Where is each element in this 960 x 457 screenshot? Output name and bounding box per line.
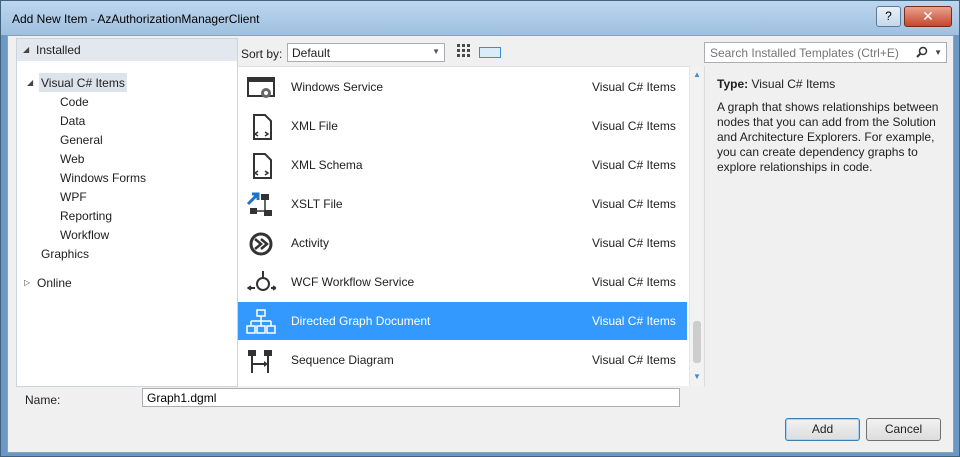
template-details-panel: Type: Visual C# Items A graph that shows… [704, 66, 947, 387]
tree-node-installed[interactable]: ◢ Installed [17, 39, 237, 61]
template-type: Type: Visual C# Items [717, 77, 835, 91]
template-name: XML File [291, 119, 338, 133]
template-name: XML Schema [291, 158, 363, 172]
xml-schema-icon [253, 153, 272, 179]
name-label: Name: [25, 393, 61, 407]
search-input[interactable] [705, 43, 917, 62]
name-field[interactable] [142, 388, 680, 407]
tree-node-visual-csharp-items[interactable]: Visual C# Items [41, 76, 125, 90]
template-row[interactable]: Sequence Diagram Visual C# Items [238, 341, 687, 379]
search-box[interactable]: ▼ [704, 42, 947, 63]
sequence-diagram-icon [248, 350, 272, 373]
template-list-scrollbar[interactable]: ▲ ▼ [689, 66, 703, 386]
template-category: Visual C# Items [592, 353, 676, 367]
sort-toolbar: Sort by: Default ▼ [239, 42, 699, 64]
tree-node-data[interactable]: Data [60, 114, 85, 128]
tree-node-graphics[interactable]: Graphics [41, 247, 89, 261]
sort-by-dropdown[interactable]: Default ▼ [287, 43, 445, 62]
template-name: Sequence Diagram [291, 353, 394, 367]
search-options-chevron-icon[interactable]: ▼ [934, 48, 942, 57]
template-category: Visual C# Items [592, 275, 676, 289]
template-name: Windows Service [291, 80, 384, 94]
tree-node-online[interactable]: Online [37, 276, 72, 290]
sort-by-value: Default [292, 46, 331, 60]
template-category: Visual C# Items [592, 197, 676, 211]
type-value: Visual C# Items [751, 77, 836, 91]
template-row[interactable]: XML File Visual C# Items [238, 107, 687, 145]
tree-node-wpf[interactable]: WPF [60, 190, 87, 204]
add-new-item-dialog: Add New Item - AzAuthorizationManagerCli… [0, 0, 960, 457]
template-category: Visual C# Items [592, 158, 676, 172]
template-list: Windows Service Visual C# Items XML File… [238, 66, 689, 386]
tree-node-windows-forms[interactable]: Windows Forms [60, 171, 146, 185]
windows-service-icon [247, 77, 275, 98]
search-icon[interactable] [916, 46, 928, 58]
cancel-button[interactable]: Cancel [866, 418, 941, 441]
template-category: Visual C# Items [592, 314, 676, 328]
template-name: Activity [291, 236, 330, 250]
wcf-workflow-icon [246, 271, 276, 291]
chevron-down-icon: ▼ [432, 47, 440, 56]
scroll-down-arrow-icon[interactable]: ▼ [692, 372, 702, 382]
template-name: Directed Graph Document [291, 314, 431, 328]
list-view-icon[interactable] [479, 47, 501, 58]
template-name: WCF Workflow Service [291, 275, 415, 289]
tree-node-reporting[interactable]: Reporting [60, 209, 112, 223]
type-label: Type: [717, 77, 749, 91]
tree-node-workflow[interactable]: Workflow [60, 228, 109, 242]
sort-by-label: Sort by: [241, 47, 283, 61]
dialog-title: Add New Item - AzAuthorizationManagerCli… [12, 12, 260, 26]
template-row[interactable]: WCF Workflow Service Visual C# Items [238, 263, 687, 301]
tree-node-code[interactable]: Code [60, 95, 89, 109]
small-icons-view-icon[interactable] [457, 44, 473, 60]
collapse-arrow-icon[interactable]: ◢ [23, 45, 29, 54]
expand-arrow-icon[interactable]: ▷ [24, 278, 30, 287]
template-name: XSLT File [291, 197, 343, 211]
close-button[interactable]: ✕ [904, 6, 952, 27]
template-row-selected[interactable]: Directed Graph Document Visual C# Items [238, 302, 687, 340]
dialog-client-area: ◢ Installed ◢ Visual C# Items Code Data … [7, 35, 954, 453]
xml-file-icon [253, 114, 272, 140]
activity-icon [249, 232, 273, 256]
collapse-arrow-icon[interactable]: ◢ [27, 78, 33, 87]
template-category: Visual C# Items [592, 236, 676, 250]
template-row[interactable]: XML Schema Visual C# Items [238, 146, 687, 184]
template-category: Visual C# Items [592, 119, 676, 133]
title-bar[interactable]: Add New Item - AzAuthorizationManagerCli… [1, 1, 959, 35]
template-tree: ◢ Installed ◢ Visual C# Items Code Data … [16, 38, 238, 387]
directed-graph-icon [246, 309, 276, 334]
add-button[interactable]: Add [785, 418, 860, 441]
scrollbar-thumb[interactable] [693, 321, 701, 363]
tree-node-web[interactable]: Web [60, 152, 84, 166]
template-row[interactable]: Activity Visual C# Items [238, 224, 687, 262]
tree-node-installed-label: Installed [36, 43, 81, 57]
template-row[interactable]: Windows Service Visual C# Items [238, 68, 687, 106]
template-row[interactable]: XSLT File Visual C# Items [238, 185, 687, 223]
tree-node-general[interactable]: General [60, 133, 103, 147]
help-button[interactable]: ? [876, 6, 901, 27]
xslt-file-icon [246, 192, 272, 216]
template-category: Visual C# Items [592, 80, 676, 94]
template-description: A graph that shows relationships between… [717, 100, 939, 174]
scroll-up-arrow-icon[interactable]: ▲ [692, 70, 702, 80]
